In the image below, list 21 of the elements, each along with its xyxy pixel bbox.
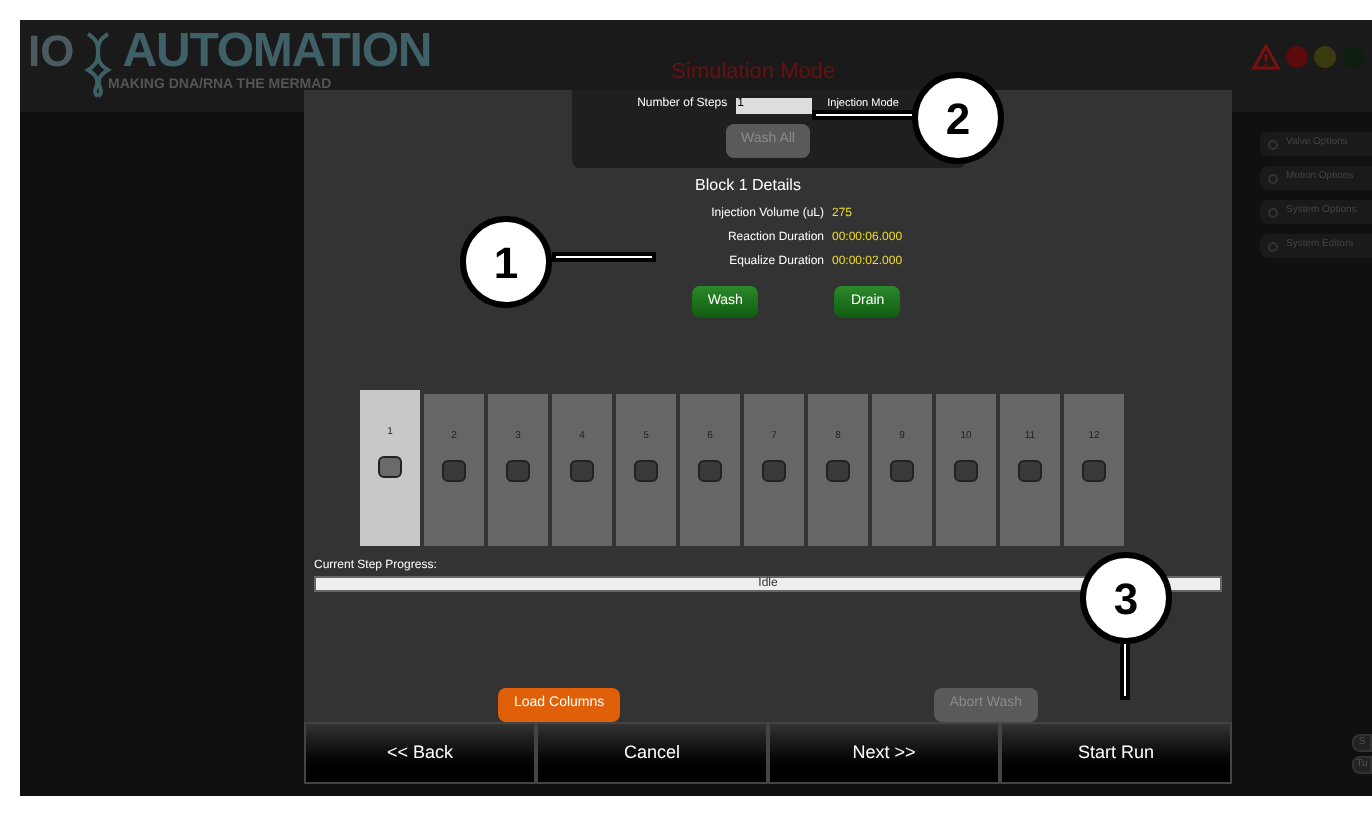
- column-indicator-icon: [826, 459, 850, 482]
- logo-text: AUTOMATION: [122, 28, 432, 76]
- column-indicator-icon: [442, 459, 466, 482]
- column-indicator-icon: [378, 455, 402, 478]
- column-indicator-icon: [1082, 459, 1106, 482]
- column-indicator-icon: [634, 459, 658, 482]
- footer-button[interactable]: Next >>: [768, 721, 1000, 784]
- column-indicator-icon: [954, 459, 978, 482]
- column-indicator-icon: [762, 459, 786, 482]
- column-indicator-icon: [1018, 459, 1042, 482]
- logo-prefix: IO: [28, 30, 75, 74]
- warning-icon: [1252, 44, 1280, 70]
- column-indicator-icon: [698, 459, 722, 482]
- column-indicator-icon: [890, 459, 914, 482]
- column-indicator-icon: [570, 459, 594, 482]
- footer-button[interactable]: Start Run: [1000, 721, 1232, 784]
- footer-button[interactable]: << Back: [304, 721, 536, 784]
- mode-title: Simulation Mode: [671, 58, 836, 88]
- column-indicator-icon: [506, 459, 530, 482]
- block-title: Block 1 Details: [695, 173, 801, 198]
- footer-button[interactable]: Cancel: [536, 721, 768, 784]
